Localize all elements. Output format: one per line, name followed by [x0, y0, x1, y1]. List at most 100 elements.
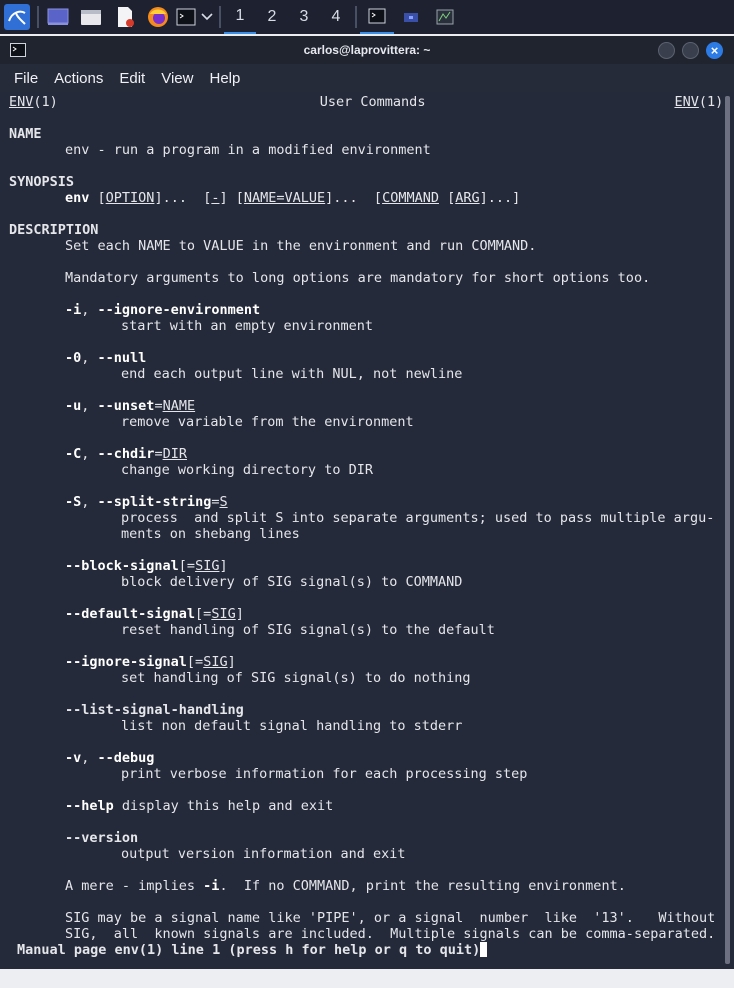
menu-actions[interactable]: Actions: [46, 70, 111, 87]
option-block-signal: --block-signal[=SIG]: [65, 558, 228, 574]
workspace-label: 1: [235, 7, 245, 24]
taskbar-terminal-window[interactable]: [360, 0, 394, 34]
text-cursor: [480, 942, 488, 957]
menu-edit[interactable]: Edit: [111, 70, 153, 87]
header-left-section: (1): [33, 94, 58, 110]
option-arg: DIR: [162, 446, 187, 462]
workspace-label: 2: [267, 8, 277, 25]
option-flag: -0: [65, 350, 82, 366]
menu-view[interactable]: View: [153, 70, 201, 87]
option-long: --null: [97, 350, 147, 366]
synopsis-dash: -: [211, 190, 220, 206]
option-desc: end each output line with NUL, not newli…: [121, 366, 463, 382]
desc-line-1: Set each NAME to VALUE in the environmen…: [65, 238, 537, 254]
option-long: --help: [65, 798, 114, 814]
option-help: --help display this help and exit: [65, 798, 333, 814]
option-long: --default-signal: [65, 606, 196, 622]
synopsis-heading: SYNOPSIS: [9, 174, 75, 190]
option-eq: =: [154, 446, 163, 462]
header-left-name: ENV: [9, 94, 34, 110]
name-heading: NAME: [9, 126, 42, 142]
option-sep: ,: [81, 350, 98, 366]
option-desc: start with an empty environment: [121, 318, 373, 334]
option-flag: -v: [65, 750, 82, 766]
close-button[interactable]: ×: [706, 42, 723, 59]
workspace-1[interactable]: 1: [224, 0, 256, 34]
maximize-button[interactable]: [682, 42, 699, 59]
pager-status-text: Manual page env(1) line 1 (press h for h…: [17, 942, 481, 958]
option-ignore-environment: -i, --ignore-environment: [65, 302, 260, 318]
option-long: --unset: [97, 398, 155, 414]
header-right-section: (1): [698, 94, 722, 110]
option-default-signal: --default-signal[=SIG]: [65, 606, 244, 622]
option-flag: -S: [65, 494, 82, 510]
option-desc: set handling of SIG signal(s) to do noth…: [121, 670, 471, 686]
option-open: [=: [186, 654, 204, 670]
window-title: carlos@laprovittera: ~: [303, 43, 431, 57]
option-desc: output version information and exit: [121, 846, 406, 862]
show-desktop-icon[interactable]: [42, 0, 74, 34]
desktop-bottom-strip: [0, 969, 734, 988]
terminal-scrollbar[interactable]: [722, 92, 734, 969]
option-flag: -C: [65, 446, 82, 462]
option-arg: SIG: [211, 606, 236, 622]
option-desc: change working directory to DIR: [121, 462, 373, 478]
option-arg: SIG: [195, 558, 220, 574]
option-open: [=: [195, 606, 212, 622]
option-null: -0, --null: [65, 350, 146, 366]
description-heading: DESCRIPTION: [9, 222, 99, 238]
workspace-label: 3: [299, 8, 309, 25]
option-chdir: -C, --chdir=DIR: [65, 446, 187, 462]
panel-separator: [219, 6, 221, 28]
workspace-2[interactable]: 2: [256, 0, 288, 34]
kali-menu-icon[interactable]: [0, 0, 34, 34]
desc-line-2: Mandatory arguments to long options are …: [65, 270, 651, 286]
option-ignore-signal: --ignore-signal[=SIG]: [65, 654, 236, 670]
synopsis-option: OPTION: [105, 190, 155, 206]
workspace-3[interactable]: 3: [288, 0, 320, 34]
menu-file[interactable]: File: [6, 70, 46, 87]
close-icon: ×: [710, 43, 719, 58]
option-debug: -v, --debug: [65, 750, 154, 766]
option-desc-cont: ments on shebang lines: [121, 526, 300, 542]
man-header: ENV(1) User Commands ENV(1): [9, 94, 722, 110]
synopsis-cmd: env: [65, 190, 90, 206]
option-long: --split-string: [97, 494, 212, 510]
option-desc: reset handling of SIG signal(s) to the d…: [121, 622, 495, 638]
option-desc: remove variable from the environment: [121, 414, 414, 430]
minimize-button[interactable]: [658, 42, 675, 59]
sig-line-1: SIG may be a signal name like 'PIPE', or…: [65, 910, 716, 926]
option-long: --block-signal: [65, 558, 179, 574]
mere-pre: A mere - implies: [65, 878, 204, 894]
file-manager-icon[interactable]: [74, 0, 108, 34]
chevron-down-icon[interactable]: [198, 0, 216, 34]
option-long: --ignore-environment: [97, 302, 261, 318]
option-flag: -i: [65, 302, 82, 318]
panel-separator: [37, 6, 39, 28]
option-close: ]: [227, 654, 236, 670]
option-sep: ,: [81, 494, 98, 510]
terminal-window: carlos@laprovittera: ~ × File Actions Ed…: [0, 36, 734, 969]
option-desc: print verbose information for each proce…: [121, 766, 528, 782]
pager-status-line: Manual page env(1) line 1 (press h for h…: [17, 942, 488, 958]
option-version: --version: [65, 830, 139, 846]
synopsis-arg: ARG: [455, 190, 480, 206]
option-sep: ,: [81, 750, 98, 766]
terminal-output[interactable]: ENV(1) User Commands ENV(1) NAME env - run…: [0, 92, 722, 969]
mere-dash-text: A mere - implies -i. If no COMMAND, prin…: [65, 878, 626, 894]
option-sep: ,: [81, 398, 98, 414]
taskbar-monitor-window[interactable]: [428, 0, 462, 34]
text-editor-icon[interactable]: [108, 0, 142, 34]
scrollbar-thumb[interactable]: [725, 96, 730, 964]
option-long: --ignore-signal: [65, 654, 187, 670]
menu-help[interactable]: Help: [201, 70, 248, 87]
option-arg: SIG: [203, 654, 228, 670]
terminal-launcher-icon[interactable]: [174, 0, 198, 34]
taskbar-folder-window[interactable]: [394, 0, 428, 34]
sig-line-2: SIG, all known signals are included. Mul…: [65, 926, 716, 942]
workspace-4[interactable]: 4: [320, 0, 352, 34]
window-titlebar[interactable]: carlos@laprovittera: ~ ×: [0, 36, 734, 64]
menu-bar: File Actions Edit View Help: [0, 64, 734, 92]
header-center: User Commands: [319, 94, 426, 110]
firefox-icon[interactable]: [142, 0, 174, 34]
